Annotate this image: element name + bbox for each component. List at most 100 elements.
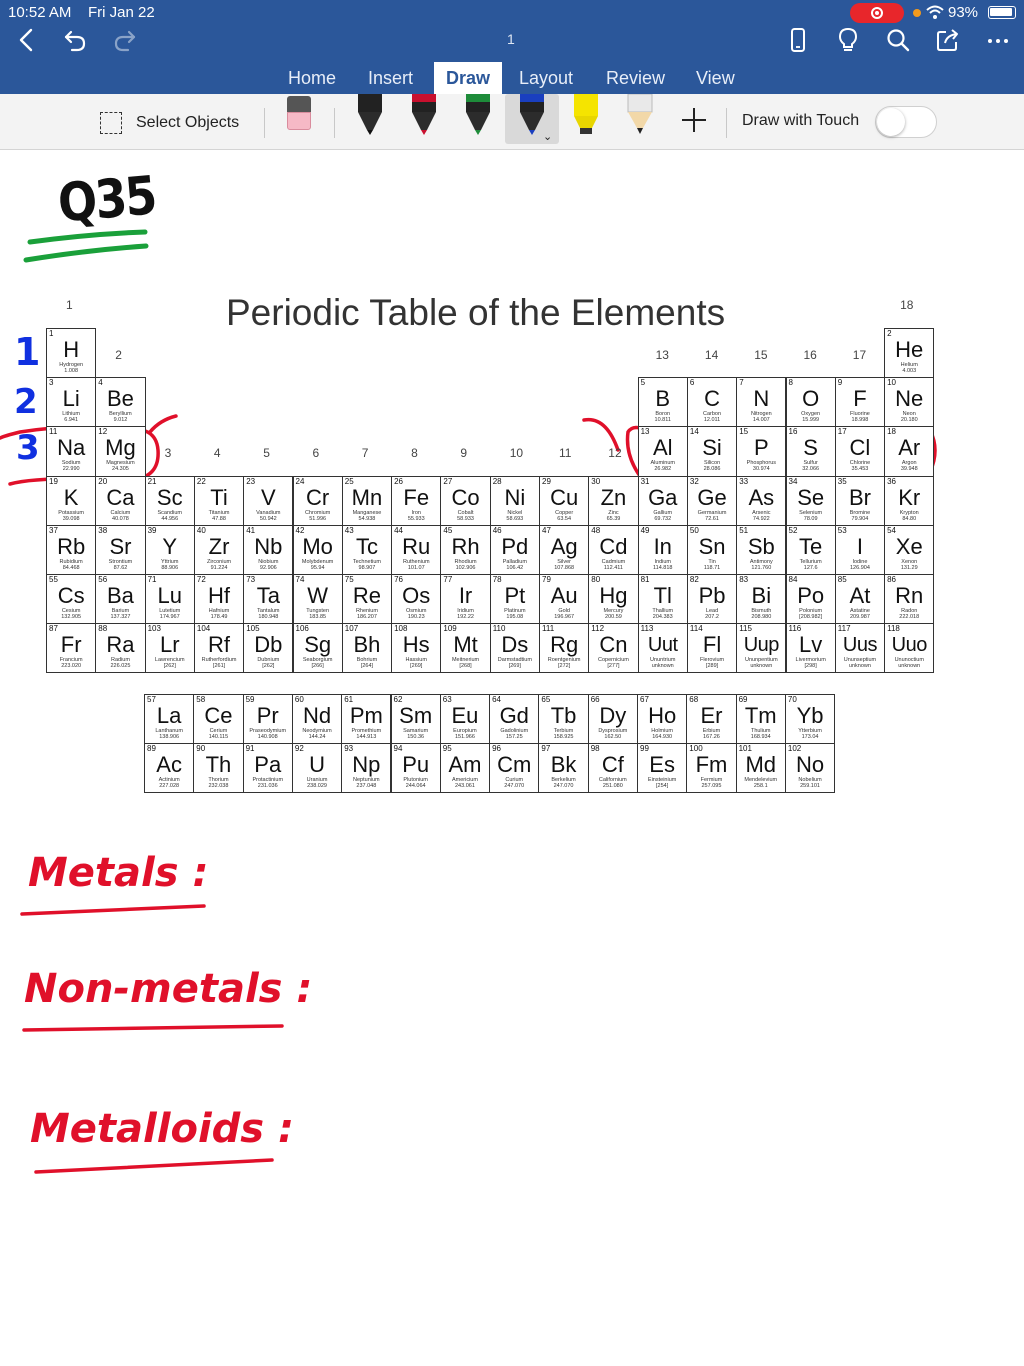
tab-view[interactable]: View (684, 62, 747, 94)
element-number: 18 (887, 427, 896, 437)
draw-ribbon: Select Objects ⌄ Draw with Touch (0, 93, 1024, 150)
blue-pen-icon[interactable]: ⌄ (505, 94, 559, 144)
element-cell-c: 6 C Carbon 12.011 (686, 377, 738, 428)
element-cell-eu: 63 Eu Europium 151.966 (439, 694, 491, 745)
element-symbol: Ag (550, 533, 578, 559)
element-symbol: U (309, 752, 325, 778)
element-cell-lu: 71 Lu Lutetium 174.967 (144, 574, 195, 625)
element-number: 47 (542, 525, 551, 535)
status-time: 10:52 AM (8, 4, 72, 21)
element-symbol: Ga (648, 484, 678, 510)
element-mass: 231.036 (257, 783, 278, 790)
tab-insert[interactable]: Insert (356, 62, 425, 94)
element-mass: 247.070 (504, 783, 525, 790)
element-mass: 79.904 (851, 515, 869, 522)
more-options-icon[interactable] (983, 24, 1013, 56)
element-cell-as: 33 As Arsenic 74.922 (736, 475, 787, 526)
undo-icon[interactable] (60, 24, 90, 56)
search-icon[interactable] (883, 24, 913, 56)
back-icon[interactable] (12, 24, 42, 56)
element-cell-lv: 116 Lv Livermorium [298] (785, 623, 836, 674)
element-symbol: Cf (601, 752, 624, 778)
element-number: 14 (689, 427, 699, 437)
element-mass: 244.064 (405, 783, 426, 790)
red-pen-icon[interactable] (409, 94, 439, 136)
tab-layout[interactable]: Layout (507, 62, 585, 94)
element-mass: 207.2 (705, 614, 719, 620)
element-cell-ce: 58 Ce Cerium 140.115 (193, 694, 244, 745)
element-symbol: Np (352, 752, 381, 778)
element-symbol: Cr (306, 484, 330, 510)
element-number: 11 (49, 427, 58, 437)
wifi-icon (926, 4, 944, 20)
tab-home[interactable]: Home (276, 62, 348, 94)
element-symbol: Sm (399, 703, 433, 728)
element-mass: [261] (212, 663, 226, 670)
lightbulb-icon[interactable] (833, 24, 863, 56)
element-cell-la: 57 La Lanthanum 138.906 (144, 694, 195, 745)
element-number: 5 (640, 378, 646, 388)
element-mass: [289] (705, 663, 719, 670)
black-pen-icon[interactable] (355, 94, 385, 136)
element-number: 89 (147, 744, 156, 754)
element-mass: unknown (651, 663, 674, 670)
element-symbol: Be (106, 386, 134, 412)
element-mass: 84.468 (62, 564, 80, 571)
element-mass: [277] (607, 663, 620, 670)
mobile-view-icon[interactable] (783, 24, 813, 56)
element-number: 59 (245, 695, 255, 704)
share-icon[interactable] (933, 24, 963, 56)
add-pen-icon[interactable] (680, 106, 708, 134)
element-cell-p: 15 P Phosphorus 30.974 (736, 426, 787, 477)
element-cell-fm: 100 Fm Fermium 257.095 (686, 743, 737, 794)
element-mass: 40.078 (112, 515, 129, 522)
chevron-down-icon[interactable]: ⌄ (543, 130, 552, 143)
element-mass: 144.24 (308, 734, 326, 740)
element-mass: 144.913 (356, 734, 377, 740)
element-symbol: Uup (743, 634, 780, 657)
element-symbol: Ti (210, 484, 228, 510)
element-mass: 92.906 (259, 564, 277, 571)
element-cell-re: 75 Re Rhenium 186.207 (341, 574, 393, 625)
element-cell-dy: 66 Dy Dysprosium 162.50 (587, 694, 638, 745)
yellow-highlighter-icon[interactable] (571, 94, 601, 136)
element-number: 103 (147, 624, 161, 634)
tab-draw[interactable]: Draw (434, 62, 503, 94)
element-mass: 39.098 (62, 515, 80, 522)
group-number-8: 8 (411, 446, 418, 460)
element-mass: 251.080 (602, 783, 623, 790)
element-mass: [272] (558, 663, 571, 670)
select-objects-button[interactable]: Select Objects (100, 110, 250, 136)
element-symbol: Xe (895, 533, 923, 559)
element-symbol: F (853, 386, 867, 412)
element-cell-in: 49 In Indium 114.818 (637, 524, 688, 575)
element-symbol: Cs (57, 583, 85, 608)
element-cell-np: 93 Np Neptunium 237.048 (341, 743, 392, 794)
document-canvas[interactable]: Q35 Periodic Table of the Elements Metal… (0, 150, 1024, 1366)
tab-review[interactable]: Review (594, 62, 677, 94)
redo-icon[interactable] (110, 24, 140, 56)
element-symbol: Y (162, 533, 178, 559)
element-mass: 88.906 (161, 564, 179, 571)
element-cell-cm: 96 Cm Curium 247.070 (489, 743, 540, 794)
element-cell-cr: 24 Cr Chromium 51.996 (292, 475, 343, 526)
element-cell-cf: 98 Cf Californium 251.080 (587, 743, 638, 794)
element-symbol: Po (797, 583, 825, 608)
element-mass: 121.760 (751, 564, 772, 571)
green-pen-icon[interactable] (463, 94, 493, 136)
element-cell-pm: 61 Pm Promethium 144.913 (341, 694, 392, 745)
element-number: 33 (739, 476, 749, 486)
draw-with-touch-toggle[interactable] (875, 106, 937, 138)
eraser-icon[interactable] (286, 96, 314, 136)
element-cell-rb: 37 Rb Rubidium 84.468 (46, 524, 97, 575)
element-mass: 78.09 (803, 515, 818, 522)
element-symbol: Cd (599, 533, 628, 559)
element-cell-hf: 72 Hf Hafnium 178.49 (193, 574, 245, 625)
element-cell-tb: 65 Tb Terbium 158.925 (538, 694, 589, 745)
element-number: 15 (739, 427, 749, 437)
element-symbol: Ar (898, 435, 921, 461)
element-number: 74 (295, 575, 305, 584)
pencil-icon[interactable] (625, 93, 655, 136)
element-mass: 102.906 (455, 564, 476, 571)
element-number: 17 (837, 427, 847, 437)
